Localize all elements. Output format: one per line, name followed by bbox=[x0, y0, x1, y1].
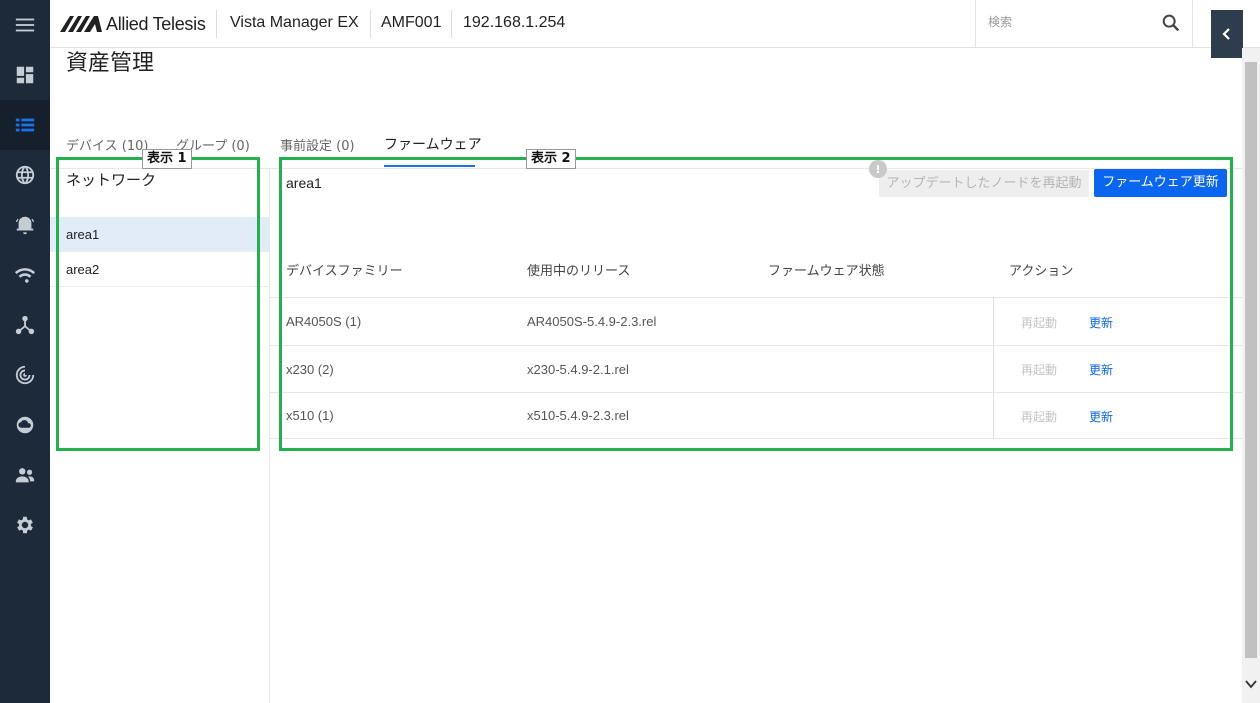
annotation-box-2 bbox=[279, 157, 1233, 451]
list-icon[interactable] bbox=[0, 100, 50, 150]
network-name: AMF001 bbox=[381, 14, 442, 31]
search-icon[interactable] bbox=[1160, 12, 1182, 34]
top-header: Allied Telesis Vista Manager EX AMF001 1… bbox=[50, 0, 1260, 58]
chevron-left-icon bbox=[1222, 28, 1230, 40]
globe-icon[interactable] bbox=[0, 150, 50, 200]
product-name: Vista Manager EX bbox=[230, 14, 359, 31]
header-divider bbox=[370, 10, 371, 38]
scrollbar-thumb[interactable] bbox=[1245, 62, 1257, 658]
brand-logo: Allied Telesis bbox=[60, 12, 206, 36]
allied-telesis-logo-icon bbox=[60, 16, 102, 32]
radar-icon[interactable] bbox=[0, 350, 50, 400]
wifi-icon[interactable] bbox=[0, 250, 50, 300]
chevron-down-icon[interactable] bbox=[1243, 676, 1259, 692]
header-divider bbox=[216, 10, 217, 38]
vertical-scrollbar[interactable] bbox=[1242, 48, 1260, 703]
topology-icon[interactable] bbox=[0, 300, 50, 350]
header-divider bbox=[451, 10, 452, 38]
alarm-icon[interactable] bbox=[0, 200, 50, 250]
search-box bbox=[975, 0, 1193, 47]
collapse-panel-button[interactable] bbox=[1211, 10, 1243, 58]
side-navigation bbox=[0, 0, 50, 703]
annotation-label-1: 表示 1 bbox=[142, 149, 192, 169]
cloud-icon[interactable] bbox=[0, 400, 50, 450]
gear-icon[interactable] bbox=[0, 500, 50, 550]
tab-firmware[interactable]: ファームウェア bbox=[384, 134, 482, 154]
search-input[interactable] bbox=[988, 10, 1148, 34]
tab-devices[interactable]: デバイス (10) bbox=[66, 135, 148, 154]
brand-name: Allied Telesis bbox=[106, 13, 206, 34]
dashboard-icon[interactable] bbox=[0, 50, 50, 100]
annotation-label-2: 表示 2 bbox=[526, 149, 576, 169]
ip-address: 192.168.1.254 bbox=[463, 14, 566, 31]
annotation-box-1 bbox=[56, 157, 260, 451]
menu-icon[interactable] bbox=[0, 0, 50, 50]
page-title: 資産管理 bbox=[66, 51, 155, 76]
users-icon[interactable] bbox=[0, 450, 50, 500]
tab-presets[interactable]: 事前設定 (0) bbox=[280, 135, 355, 154]
